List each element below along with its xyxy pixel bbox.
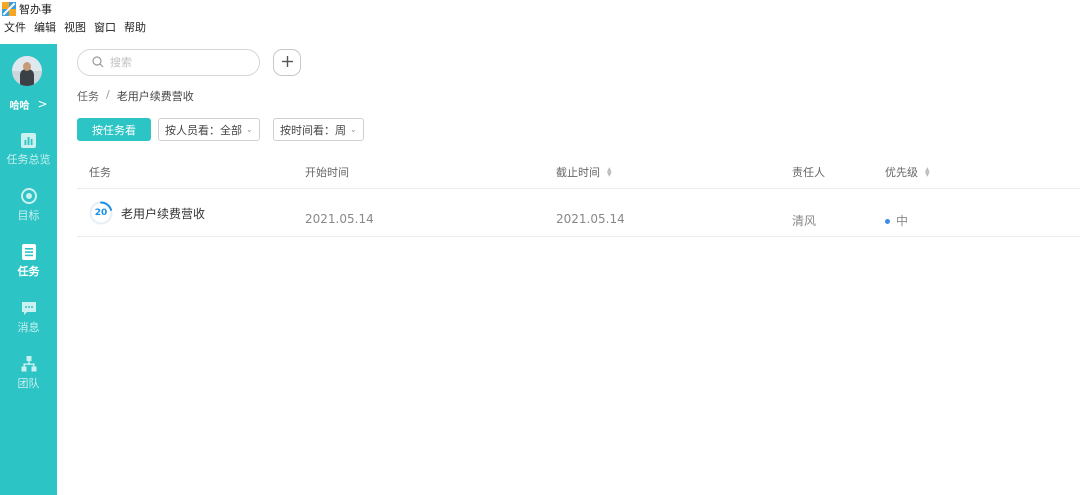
menu-edit[interactable]: 编辑	[34, 19, 56, 35]
task-name[interactable]: 老用户续费营收	[121, 205, 205, 222]
sort-icon[interactable]: ▲ ▼	[607, 167, 612, 178]
column-header-label: 优先级	[885, 166, 918, 179]
priority-dot-icon	[885, 219, 890, 224]
progress-value: 20	[94, 208, 108, 218]
task-priority-label: 中	[896, 214, 909, 228]
app-title: 智办事	[19, 3, 52, 16]
chart-icon	[21, 132, 37, 148]
sidebar-item-tasks[interactable]: 任务	[0, 244, 57, 292]
search-icon	[92, 53, 104, 72]
filter-by-time-dropdown[interactable]: 按时间看：周 ⌄	[273, 118, 364, 141]
message-icon	[21, 300, 37, 316]
menu-help[interactable]: 帮助	[124, 19, 146, 35]
filter-by-person-dropdown[interactable]: 按人员看：全部 ⌄	[158, 118, 260, 141]
breadcrumb: 任务 / 老用户续费营收	[77, 88, 194, 104]
sidebar-item-messages[interactable]: 消息	[0, 300, 57, 348]
filter-person-label: 按人员看：全部	[165, 123, 242, 137]
sidebar-item-label: 任务	[17, 265, 40, 278]
sidebar-item-label: 任务总览	[6, 153, 51, 166]
menu-bar: 文件 编辑 视图 窗口 帮助	[0, 18, 154, 36]
filter-time-label: 按时间看：周	[280, 123, 346, 137]
column-header-start: 开始时间	[305, 164, 349, 180]
sidebar-item-label: 消息	[17, 321, 40, 334]
team-icon	[21, 356, 37, 372]
chevron-right-icon: >	[37, 97, 48, 111]
sidebar-item-overview[interactable]: 任务总览	[0, 132, 57, 180]
app-logo-icon	[2, 2, 16, 16]
task-list-icon	[21, 244, 37, 260]
sidebar-item-label: 团队	[17, 377, 40, 390]
user-menu[interactable]: 哈哈 >	[0, 96, 57, 112]
table-row[interactable]: 20 老用户续费营收	[89, 201, 205, 225]
header-divider	[77, 188, 1080, 189]
chevron-down-icon: ⌄	[246, 125, 253, 134]
user-name: 哈哈	[9, 100, 30, 112]
column-header-label: 任务	[89, 166, 111, 179]
chevron-down-icon: ⌄	[350, 125, 357, 134]
avatar[interactable]	[12, 56, 42, 86]
menu-window[interactable]: 窗口	[94, 19, 116, 35]
task-owner: 清风	[792, 214, 817, 228]
search-input[interactable]	[110, 56, 240, 69]
column-header-priority[interactable]: 优先级 ▲ ▼	[885, 164, 930, 180]
plus-icon	[281, 53, 294, 72]
breadcrumb-current: 老用户续费营收	[116, 90, 194, 103]
sidebar-item-label: 目标	[17, 209, 40, 222]
sort-icon[interactable]: ▲ ▼	[925, 167, 930, 178]
column-header-deadline[interactable]: 截止时间 ▲ ▼	[556, 164, 612, 180]
title-bar: 智办事	[0, 0, 1080, 18]
column-header-label: 截止时间	[556, 166, 600, 179]
breadcrumb-root[interactable]: 任务	[77, 88, 99, 104]
progress-ring: 20	[89, 201, 113, 225]
column-header-owner: 责任人	[792, 164, 825, 180]
view-by-task-button[interactable]: 按任务看	[77, 118, 151, 141]
task-priority: 中	[885, 212, 908, 229]
task-deadline: 2021.05.14	[556, 212, 625, 226]
column-header-task: 任务	[89, 164, 111, 180]
row-divider	[77, 236, 1080, 237]
add-button[interactable]	[273, 49, 301, 76]
target-icon	[20, 188, 37, 204]
menu-view[interactable]: 视图	[64, 19, 86, 35]
column-header-label: 开始时间	[305, 166, 349, 179]
task-start-date: 2021.05.14	[305, 212, 374, 226]
search-box[interactable]	[77, 49, 260, 76]
column-header-label: 责任人	[792, 166, 825, 179]
sidebar-item-goals[interactable]: 目标	[0, 188, 57, 236]
sidebar-item-team[interactable]: 团队	[0, 356, 57, 404]
menu-file[interactable]: 文件	[4, 19, 26, 35]
sidebar: 哈哈 > 任务总览 目标 任务 消息 团队	[0, 44, 57, 495]
breadcrumb-separator: /	[106, 88, 110, 101]
